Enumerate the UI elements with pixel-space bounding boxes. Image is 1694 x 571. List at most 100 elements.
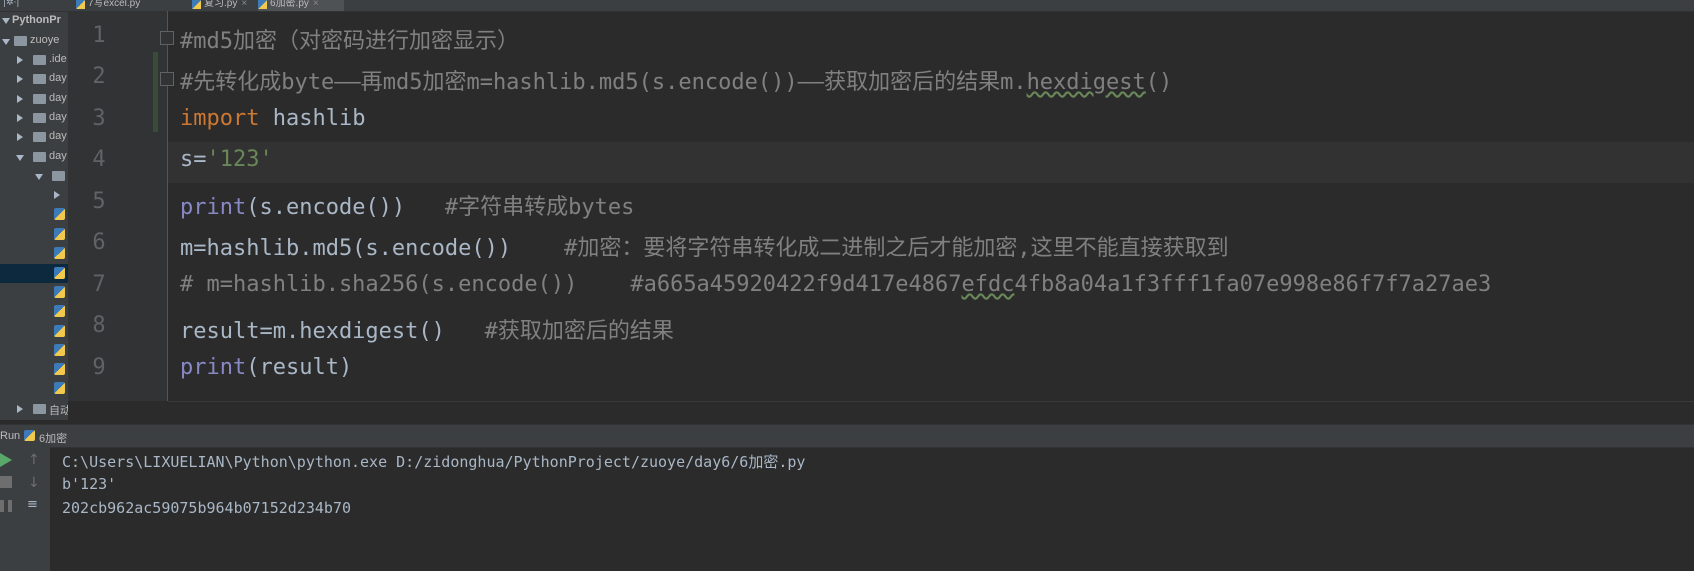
current-line-highlight — [168, 142, 1694, 183]
chevron-down-icon[interactable] — [16, 155, 24, 161]
chevron-right-icon[interactable] — [17, 133, 23, 141]
run-config-name[interactable]: 6加密 — [39, 430, 67, 446]
tree-item[interactable]: day — [0, 148, 68, 167]
keyword-token: import — [180, 106, 260, 131]
folder-icon — [33, 74, 46, 84]
tree-item-label: day — [49, 72, 67, 84]
folder-icon — [33, 55, 46, 65]
code-token: 4fb8a04a1f3fff1fa07e998e86f7f7a27ae3 — [1014, 272, 1492, 297]
tree-item[interactable]: 自动 — [0, 400, 68, 419]
console-output-line: b'123' — [62, 475, 117, 493]
tab-label: 6加密.py — [270, 0, 309, 9]
pause-icon[interactable] — [0, 500, 12, 512]
chevron-right-icon[interactable] — [17, 405, 23, 413]
fold-icon[interactable] — [160, 72, 174, 86]
chevron-down-icon[interactable] — [2, 18, 10, 24]
code-token: hashlib — [259, 106, 366, 131]
editor-horizontal-scrollbar[interactable] — [168, 401, 1694, 425]
tree-item-label: day — [49, 111, 67, 123]
project-root-item[interactable]: PythonPr — [0, 12, 68, 31]
code-line-1[interactable]: #md5加密（对密码进行加密显示） — [180, 23, 519, 64]
chevron-down-icon[interactable] — [35, 174, 43, 180]
settings-icon[interactable]: |✲·| — [3, 0, 19, 8]
folder-icon — [33, 132, 46, 142]
vcs-change-marker — [153, 52, 158, 132]
run-panel-header: Run 6加密 — [0, 424, 1694, 448]
run-toolbar: ↑ ↓ ≡ — [0, 447, 50, 571]
project-toolbar: |✲·| — [0, 0, 68, 12]
tree-item-label: .ide — [49, 53, 67, 65]
python-file-icon — [54, 286, 65, 298]
tab-7excel[interactable]: 7写excel.py — [76, 0, 184, 11]
tree-item-label: day — [49, 92, 67, 104]
close-icon[interactable]: × — [313, 0, 319, 9]
python-file-icon — [54, 382, 65, 394]
chevron-right-icon[interactable] — [17, 56, 23, 64]
tree-item[interactable]: .ide — [0, 51, 68, 70]
tab-review[interactable]: 复习.py × — [192, 0, 262, 11]
file-item[interactable] — [0, 205, 68, 224]
code-line-3[interactable]: import hashlib — [180, 106, 365, 147]
file-item[interactable] — [0, 283, 68, 302]
chevron-right-icon[interactable] — [17, 95, 23, 103]
tab-6encrypt[interactable]: 6加密.py × — [258, 0, 344, 11]
editor-tabs: 7写excel.py 复习.py × 6加密.py × — [68, 0, 1694, 12]
tree-item-label: zuoye — [30, 34, 60, 46]
chevron-right-icon[interactable] — [54, 191, 60, 199]
folder-icon — [52, 171, 65, 181]
python-file-icon — [54, 228, 65, 240]
code-line-4[interactable]: s='123' — [180, 147, 273, 188]
gutter-divider — [167, 11, 168, 401]
tree-item[interactable]: day — [0, 109, 68, 128]
file-item[interactable] — [0, 322, 68, 341]
code-line-9[interactable]: print(result) — [180, 355, 352, 396]
chevron-right-icon[interactable] — [17, 114, 23, 122]
python-file-icon — [258, 0, 267, 9]
file-item[interactable] — [0, 244, 68, 263]
code-token-typo: efdc — [961, 272, 1015, 297]
line-number: 5 — [92, 189, 106, 214]
file-item[interactable] — [0, 341, 68, 360]
line-number: 6 — [92, 230, 106, 255]
soft-wrap-icon[interactable]: ≡ — [27, 498, 41, 512]
tree-item[interactable] — [0, 186, 68, 205]
code-token: #先转化成byte——再md5加密m=hashlib.md5(s.encode(… — [180, 70, 1027, 95]
tree-item[interactable] — [0, 167, 68, 186]
file-item[interactable] — [0, 302, 68, 321]
chevron-right-icon[interactable] — [17, 75, 23, 83]
code-line-8[interactable]: result=m.hexdigest() #获取加密后的结果 — [180, 313, 674, 354]
code-line-2[interactable]: #先转化成byte——再md5加密m=hashlib.md5(s.encode(… — [180, 64, 1172, 105]
tree-item[interactable]: day — [0, 70, 68, 89]
code-token-typo: hexdigest — [1026, 70, 1146, 95]
string-token: '123' — [206, 147, 273, 172]
tree-item[interactable]: day — [0, 90, 68, 109]
arrow-down-icon[interactable]: ↓ — [28, 476, 42, 490]
arrow-up-icon[interactable]: ↑ — [28, 453, 42, 467]
tree-item-zuoye[interactable]: zuoye — [0, 32, 68, 51]
stop-icon[interactable] — [0, 476, 12, 488]
tree-item[interactable]: day — [0, 128, 68, 147]
file-item[interactable] — [0, 379, 68, 398]
python-file-icon — [54, 325, 65, 337]
chevron-down-icon[interactable] — [2, 39, 10, 45]
file-item-selected[interactable] — [0, 264, 68, 283]
line-number: 4 — [92, 147, 106, 172]
fold-icon[interactable] — [160, 31, 174, 45]
project-title: PythonPr — [12, 14, 61, 26]
code-line-5[interactable]: print(s.encode()) #字符串转成bytes — [180, 189, 634, 230]
line-number: 9 — [92, 355, 106, 380]
code-line-7[interactable]: # m=hashlib.sha256(s.encode()) #a665a459… — [180, 272, 1491, 313]
file-item[interactable] — [0, 360, 68, 379]
comment-token: #字符串转成bytes — [444, 195, 635, 220]
close-icon[interactable]: × — [241, 0, 247, 9]
rerun-icon[interactable] — [0, 453, 12, 467]
console-output-line: C:\Users\LIXUELIAN\Python\python.exe D:/… — [62, 453, 806, 471]
builtin-token: print — [180, 195, 247, 220]
run-label[interactable]: Run — [0, 430, 20, 442]
code-token: result=m.hexdigest() — [180, 319, 485, 344]
folder-icon — [14, 36, 27, 46]
python-file-icon — [54, 344, 65, 356]
code-line-6[interactable]: m=hashlib.md5(s.encode()) #加密：要将字符串转化成二进… — [180, 230, 1229, 271]
file-item[interactable] — [0, 225, 68, 244]
comment-token: #获取加密后的结果 — [484, 319, 674, 344]
